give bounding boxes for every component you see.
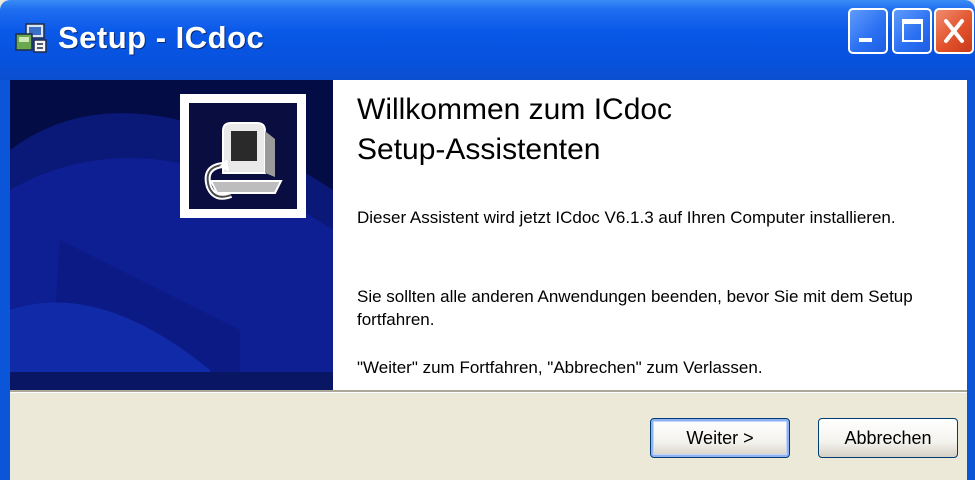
intro-paragraph: Dieser Assistent wird jetzt ICdoc V6.1.3… — [357, 208, 896, 227]
button-area-divider — [10, 390, 967, 393]
welcome-heading: Willkommen zum ICdoc Setup-Assistenten — [357, 90, 672, 170]
instructions-paragraph: "Weiter" zum Fortfahren, "Abbrechen" zum… — [357, 358, 763, 377]
wizard-content: Willkommen zum ICdoc Setup-Assistenten D… — [10, 80, 967, 390]
setup-window: Setup - ICdoc Willkommen zum ICdoc Setup… — [0, 0, 975, 480]
title-bar[interactable]: Setup - ICdoc — [0, 0, 975, 80]
next-button[interactable]: Weiter > — [650, 418, 790, 458]
minimize-icon — [859, 38, 872, 42]
maximize-icon — [902, 19, 923, 42]
minimize-button[interactable] — [848, 8, 888, 54]
maximize-button[interactable] — [892, 8, 932, 54]
close-icon — [944, 19, 964, 43]
window-frame-right — [967, 80, 975, 480]
cancel-button[interactable]: Abbrechen — [818, 418, 958, 458]
logo-background — [189, 103, 297, 209]
wizard-sidebar-image — [10, 80, 333, 390]
logo-frame — [180, 94, 306, 218]
close-button[interactable] — [934, 8, 974, 54]
heading-line-2: Setup-Assistenten — [357, 133, 601, 166]
close-apps-paragraph: Sie sollten alle anderen Anwendungen bee… — [357, 287, 913, 329]
window-frame-left — [0, 80, 10, 480]
computer-install-icon — [204, 122, 283, 200]
setup-installer-icon — [15, 23, 47, 53]
window-title: Setup - ICdoc — [58, 20, 265, 55]
heading-line-1: Willkommen zum ICdoc — [357, 93, 673, 126]
